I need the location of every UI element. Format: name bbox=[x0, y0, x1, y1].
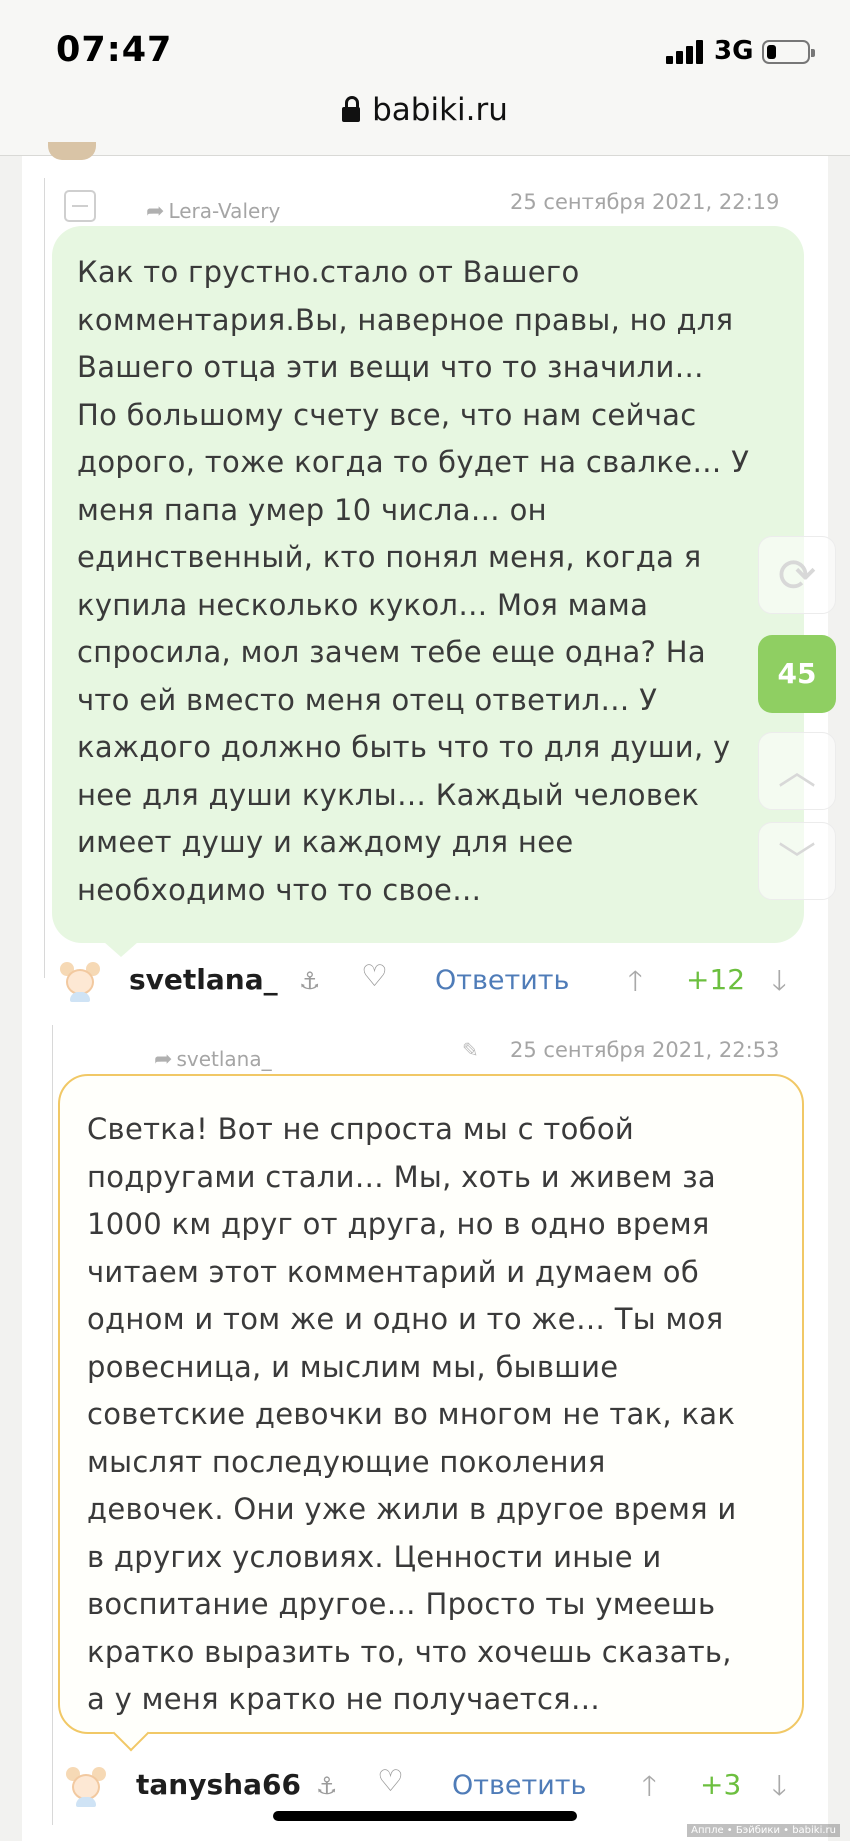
status-time: 07:47 bbox=[56, 30, 173, 70]
thread-line bbox=[44, 178, 45, 978]
refresh-comments-button[interactable]: ⟳ bbox=[758, 536, 836, 614]
browser-header: 07:47 3G babiki.ru bbox=[0, 0, 850, 156]
battery-icon bbox=[762, 40, 815, 64]
address-bar[interactable]: babiki.ru bbox=[0, 92, 850, 128]
anchor-icon[interactable]: ⚓ bbox=[299, 967, 321, 995]
comment-line: ровесница, и мыслим мы, бывшие bbox=[87, 1349, 619, 1384]
comment-line: По большому счету все, что нам сейчас bbox=[77, 397, 697, 432]
comment-line: меня папа умер 10 числа… он bbox=[77, 492, 547, 527]
chevron-down-icon: ﹀ bbox=[777, 839, 816, 883]
reply-arrow-icon: ➦ bbox=[146, 199, 165, 224]
comment-line: кратко выразить то, что хочешь сказать, bbox=[87, 1634, 732, 1669]
scroll-down-button[interactable]: ﹀ bbox=[758, 822, 836, 900]
reply-arrow-icon: ➦ bbox=[154, 1047, 173, 1072]
comment-line: имеет душу и каждому для нее bbox=[77, 825, 574, 859]
comment-line: комментария.Вы, наверное правы, но для bbox=[77, 302, 734, 337]
network-type: 3G bbox=[714, 36, 754, 66]
comment-score: +12 bbox=[686, 963, 746, 996]
reply-button[interactable]: Ответить bbox=[452, 1770, 586, 1801]
home-indicator[interactable] bbox=[273, 1811, 577, 1821]
downvote-icon[interactable]: 🡓 bbox=[772, 960, 787, 1008]
comment-count-button[interactable]: 45 bbox=[758, 635, 836, 713]
comment-line: купила несколько кукол… Моя мама bbox=[77, 587, 649, 622]
anchor-icon[interactable]: ⚓ bbox=[316, 1772, 338, 1800]
bubble-tail bbox=[104, 942, 138, 957]
comment-line: советские девочки во многом не так, как bbox=[87, 1397, 736, 1431]
reply-button[interactable]: Ответить bbox=[435, 965, 569, 996]
comment-line: Светка! Вот не спроста мы с тобой bbox=[87, 1112, 635, 1146]
comment-line: Как то грустно.стало от Вашего bbox=[77, 255, 580, 289]
comment-line: необходимо что то свое… bbox=[77, 872, 482, 907]
comment-author[interactable]: svetlana_ bbox=[129, 963, 278, 996]
edited-icon: ✎ bbox=[462, 1038, 479, 1062]
comment-line: дорого, тоже когда то будет на свалке… У bbox=[77, 445, 750, 479]
collapse-thread-button[interactable] bbox=[64, 190, 96, 222]
watermark: Аппле • Бэйбики • babiki.ru bbox=[687, 1824, 840, 1837]
comment-line: мыслят последующие поколения bbox=[87, 1444, 606, 1479]
heart-icon[interactable]: ♡ bbox=[377, 1764, 404, 1799]
comment-date: 25 сентября 2021, 22:53 bbox=[510, 1038, 780, 1062]
comment-line: что ей вместо меня отец ответил… У bbox=[77, 682, 658, 717]
comment-line: читаем этот комментарий и думаем об bbox=[87, 1254, 700, 1289]
comment-line: 1000 км друг от друга, но в одно время bbox=[87, 1207, 710, 1241]
previous-avatar-fragment bbox=[48, 142, 96, 160]
chevron-up-icon: ︿ bbox=[777, 749, 816, 793]
comment-line: девочек. Они уже жили в другое время и bbox=[87, 1492, 737, 1526]
comment-line: спросила, мол зачем тебе еще одна? На bbox=[77, 635, 706, 669]
comment-line: каждого должно быть что то для души, у bbox=[77, 730, 731, 764]
upvote-icon[interactable]: 🡑 bbox=[628, 960, 643, 1008]
comment-line: одном и том же и одно и то же… Ты моя bbox=[87, 1302, 724, 1336]
reply-to-link[interactable]: ➦ Lera-Valery bbox=[146, 199, 280, 224]
comment-line: единственный, кто понял меня, когда я bbox=[77, 540, 702, 574]
avatar[interactable] bbox=[60, 960, 100, 1002]
comment-bubble: Как то грустно.стало от Вашего комментар… bbox=[52, 226, 804, 943]
refresh-icon: ⟳ bbox=[777, 548, 817, 602]
comment-line: нее для души куклы… Каждый человек bbox=[77, 777, 700, 812]
comment-line: воспитание другое… Просто ты умеешь bbox=[87, 1587, 716, 1621]
comment-score: +3 bbox=[700, 1768, 742, 1801]
url-text: babiki.ru bbox=[372, 92, 508, 128]
avatar[interactable] bbox=[66, 1765, 106, 1807]
comment-author[interactable]: tanysha66 bbox=[136, 1768, 301, 1801]
comment-bubble: Светка! Вот не спроста мы с тобой подруг… bbox=[58, 1074, 804, 1734]
signal-icon bbox=[666, 40, 706, 64]
thread-line-nested bbox=[52, 1025, 53, 1825]
comment-line: Вашего отца эти вещи что то значили… bbox=[77, 350, 704, 384]
reply-to-link[interactable]: ➦ svetlana_ bbox=[154, 1047, 272, 1072]
comment-line: в других условиях. Ценности иные и bbox=[87, 1539, 662, 1574]
scroll-up-button[interactable]: ︿ bbox=[758, 732, 836, 810]
comment-line: а у меня кратко не получается… bbox=[87, 1682, 601, 1716]
upvote-icon[interactable]: 🡑 bbox=[642, 1765, 657, 1813]
lock-icon bbox=[342, 96, 361, 122]
downvote-icon[interactable]: 🡓 bbox=[772, 1765, 787, 1813]
comment-date: 25 сентября 2021, 22:19 bbox=[510, 190, 780, 214]
heart-icon[interactable]: ♡ bbox=[361, 959, 388, 994]
comment-line: подругами стали… Мы, хоть и живем за bbox=[87, 1159, 717, 1194]
